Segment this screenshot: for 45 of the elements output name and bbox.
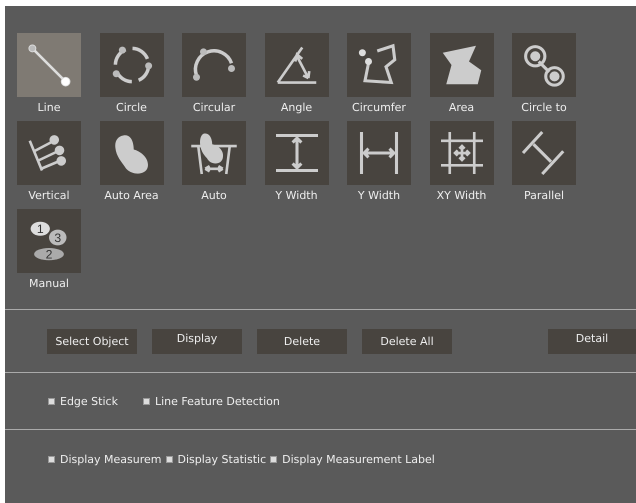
oval-number: 3 — [54, 230, 62, 245]
option-label: Edge Stick — [60, 394, 118, 408]
action-button[interactable]: Select Object — [47, 329, 137, 354]
checkbox[interactable] — [142, 398, 150, 404]
tool-label: Vertical — [28, 189, 70, 203]
tool-label: Manual — [29, 277, 69, 291]
tool-label: Area — [448, 101, 474, 115]
checkbox[interactable] — [48, 398, 55, 404]
tool-label: Circle — [116, 101, 147, 115]
checkbox[interactable] — [270, 456, 278, 462]
tool-button[interactable] — [512, 33, 576, 97]
checkbox[interactable] — [166, 456, 173, 462]
action-button[interactable]: Delete All — [362, 329, 452, 354]
option-checkbox[interactable]: Edge Stick — [48, 394, 118, 408]
tool-button[interactable] — [17, 33, 81, 97]
tool-button[interactable] — [430, 33, 494, 97]
tool-button[interactable] — [264, 121, 328, 185]
tool-label: Circumfer — [352, 101, 406, 115]
tool-button[interactable] — [182, 33, 246, 97]
tool-button[interactable] — [100, 121, 164, 185]
oval-number: 2 — [46, 248, 52, 262]
tool-button[interactable]: 1 3 2 — [17, 209, 81, 273]
tool-button[interactable] — [512, 121, 576, 185]
tool-label: Y Width — [358, 189, 400, 203]
oval-number: 1 — [36, 222, 44, 236]
tool-label: Circle to — [521, 101, 567, 115]
tool-label: Line — [38, 101, 60, 115]
tool-label: Auto Area — [104, 189, 159, 203]
tool-button[interactable] — [17, 121, 81, 185]
tool-button[interactable] — [264, 33, 328, 97]
tool-button[interactable] — [347, 33, 411, 97]
tool-label: XY Width — [436, 189, 486, 203]
tool-label: Y Width — [275, 189, 318, 203]
tool-button[interactable] — [182, 121, 246, 185]
action-button[interactable]: Detail — [548, 329, 636, 354]
tool-label: Parallel — [524, 189, 564, 203]
checkbox[interactable] — [48, 456, 55, 462]
tool-label: Circular — [192, 101, 236, 115]
tool-button[interactable] — [347, 121, 411, 185]
action-button[interactable]: Display — [152, 329, 242, 354]
tool-button[interactable] — [100, 33, 164, 97]
tool-label: Angle — [280, 101, 312, 115]
tool-label: Auto — [201, 189, 227, 203]
action-button[interactable]: Delete — [257, 329, 347, 354]
tool-button[interactable] — [430, 121, 494, 185]
